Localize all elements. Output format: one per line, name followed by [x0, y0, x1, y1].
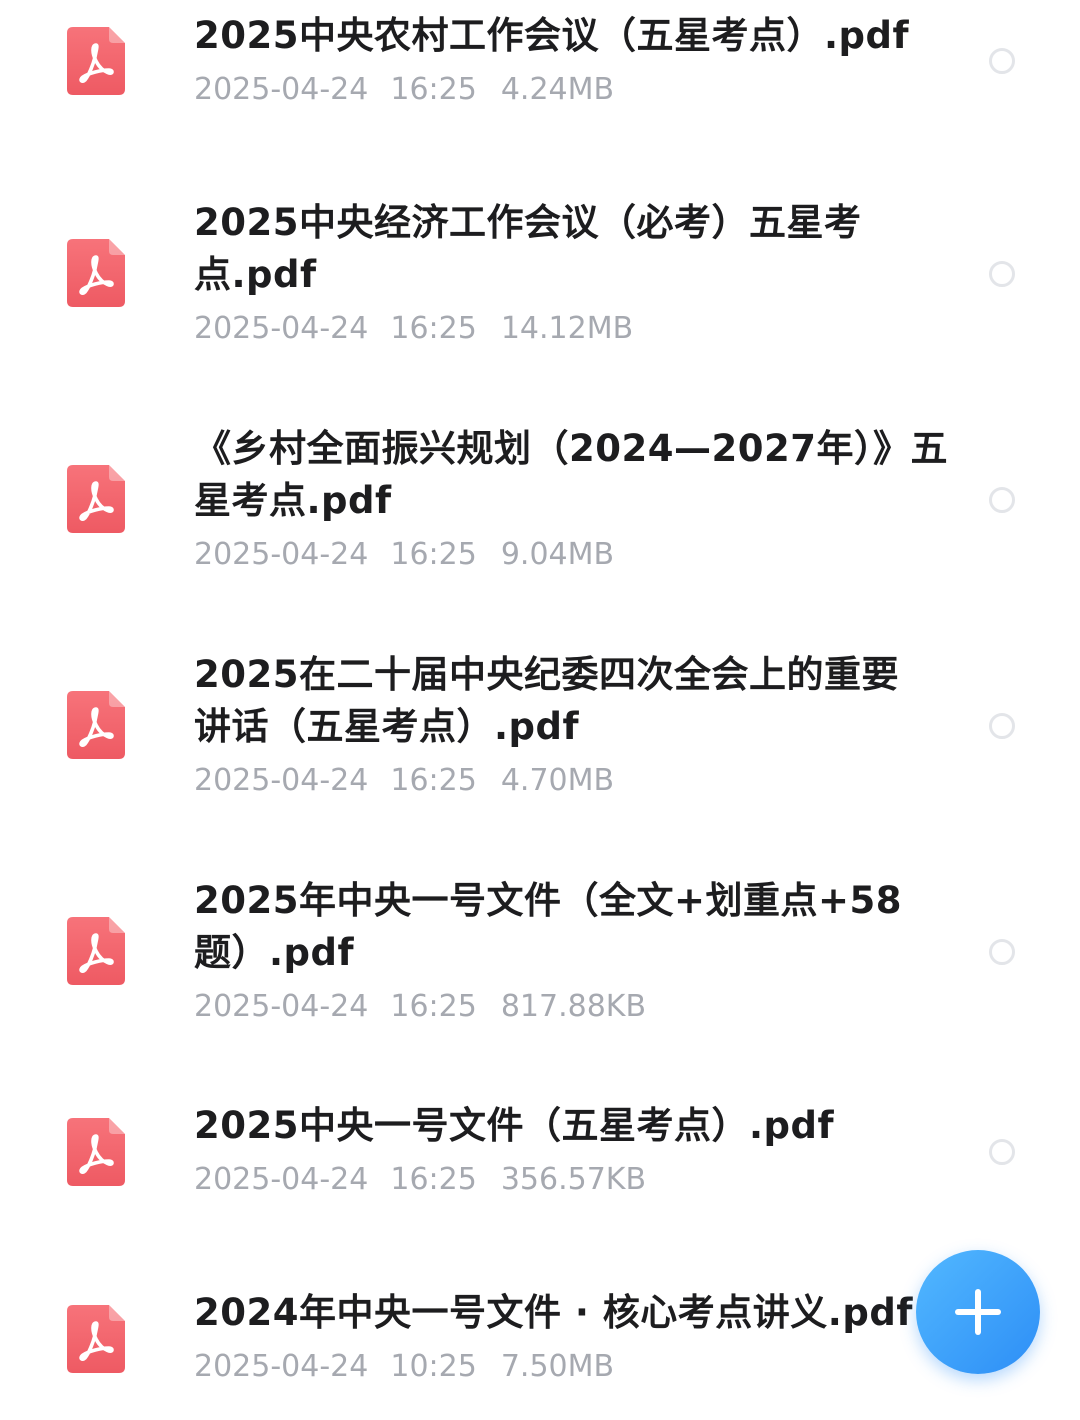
file-time: 16:25 [390, 989, 477, 1024]
file-size: 817.88KB [500, 989, 647, 1024]
file-name-line: 《乡村全面振兴规划（2024—2027年）》五 [194, 427, 948, 470]
file-text-block: 2025中央一号文件（五星考点）.pdf 2025-04-24 16:25 356.5… [194, 1100, 924, 1200]
file-meta: 2025-04-24 16:25 356.57KB [194, 1160, 924, 1200]
select-radio-button[interactable] [989, 939, 1015, 965]
file-list: 2025中央农村工作会议（五星考点）.pdf 2025-04-24 16:25 4.2… [0, 0, 1080, 1420]
file-date: 2025-04-24 [194, 1349, 369, 1384]
file-text-block: 2025在二十届中央纪委四次全会上的重要 讲话（五星考点）.pdf 2025-04-… [194, 649, 924, 801]
file-name-line: 2024年中央一号文件 · 核心考点讲义.pdf [194, 1291, 913, 1334]
file-text-block: 2025中央农村工作会议（五星考点）.pdf 2025-04-24 16:25 4.2… [194, 10, 924, 110]
pdf-file-icon [67, 691, 125, 759]
file-name: 2025在二十届中央纪委四次全会上的重要 讲话（五星考点）.pdf [194, 649, 924, 753]
file-name-line: 2025中央农村工作会议（五星考点）.pdf [194, 14, 910, 57]
file-time: 16:25 [390, 537, 477, 572]
file-size: 7.50MB [500, 1349, 615, 1384]
pdf-file-icon [67, 239, 125, 307]
file-size: 14.12MB [500, 311, 634, 346]
file-name-line: 点.pdf [194, 253, 317, 296]
file-name: 2024年中央一号文件 · 核心考点讲义.pdf [194, 1287, 924, 1339]
select-radio-button[interactable] [989, 48, 1015, 74]
file-meta: 2025-04-24 16:25 9.04MB [194, 535, 924, 575]
file-text-block: 2025年中央一号文件（全文+划重点+58 题）.pdf 2025-04-24 16:… [194, 875, 924, 1027]
file-name-line: 2025中央经济工作会议（必考）五星考 [194, 201, 862, 244]
file-text-block: 《乡村全面振兴规划（2024—2027年）》五 星考点.pdf 2025-04-24… [194, 423, 948, 575]
pdf-file-icon [67, 1118, 125, 1186]
file-name-line: 2025中央一号文件（五星考点）.pdf [194, 1104, 835, 1147]
file-meta: 2025-04-24 16:25 817.88KB [194, 987, 924, 1027]
file-date: 2025-04-24 [194, 72, 369, 107]
file-size: 4.24MB [500, 72, 615, 107]
file-date: 2025-04-24 [194, 763, 369, 798]
pdf-file-icon [67, 1305, 125, 1373]
file-date: 2025-04-24 [194, 1162, 369, 1197]
file-size: 9.04MB [500, 537, 615, 572]
file-meta: 2025-04-24 16:25 4.24MB [194, 70, 924, 110]
add-fab-button[interactable] [916, 1250, 1040, 1374]
file-time: 16:25 [390, 1162, 477, 1197]
pdf-file-icon [67, 27, 125, 95]
file-name: 2025中央经济工作会议（必考）五星考 点.pdf [194, 197, 924, 301]
file-time: 10:25 [390, 1349, 477, 1384]
file-name-line: 2025年中央一号文件（全文+划重点+58 [194, 879, 902, 922]
file-text-block: 2024年中央一号文件 · 核心考点讲义.pdf 2025-04-24 10:25 7… [194, 1287, 924, 1387]
file-name: 《乡村全面振兴规划（2024—2027年）》五 星考点.pdf [194, 423, 948, 527]
file-name: 2025中央农村工作会议（五星考点）.pdf [194, 10, 924, 62]
file-meta: 2025-04-24 16:25 4.70MB [194, 761, 924, 801]
file-time: 16:25 [390, 72, 477, 107]
file-date: 2025-04-24 [194, 989, 369, 1024]
file-date: 2025-04-24 [194, 311, 369, 346]
file-name-line: 星考点.pdf [194, 479, 392, 522]
select-radio-button[interactable] [989, 1139, 1015, 1165]
file-meta: 2025-04-24 10:25 7.50MB [194, 1347, 924, 1387]
file-name: 2025年中央一号文件（全文+划重点+58 题）.pdf [194, 875, 924, 979]
file-time: 16:25 [390, 311, 477, 346]
select-radio-button[interactable] [989, 261, 1015, 287]
file-name-line: 题）.pdf [194, 931, 355, 974]
pdf-file-icon [67, 917, 125, 985]
file-name-line: 2025在二十届中央纪委四次全会上的重要 [194, 653, 899, 696]
file-name-line: 讲话（五星考点）.pdf [194, 705, 580, 748]
file-time: 16:25 [390, 763, 477, 798]
file-text-block: 2025中央经济工作会议（必考）五星考 点.pdf 2025-04-24 16:25 1… [194, 197, 924, 349]
file-meta: 2025-04-24 16:25 14.12MB [194, 309, 924, 349]
file-size: 4.70MB [500, 763, 615, 798]
select-radio-button[interactable] [989, 713, 1015, 739]
select-radio-button[interactable] [989, 487, 1015, 513]
file-size: 356.57KB [500, 1162, 647, 1197]
file-name: 2025中央一号文件（五星考点）.pdf [194, 1100, 924, 1152]
pdf-file-icon [67, 465, 125, 533]
file-date: 2025-04-24 [194, 537, 369, 572]
